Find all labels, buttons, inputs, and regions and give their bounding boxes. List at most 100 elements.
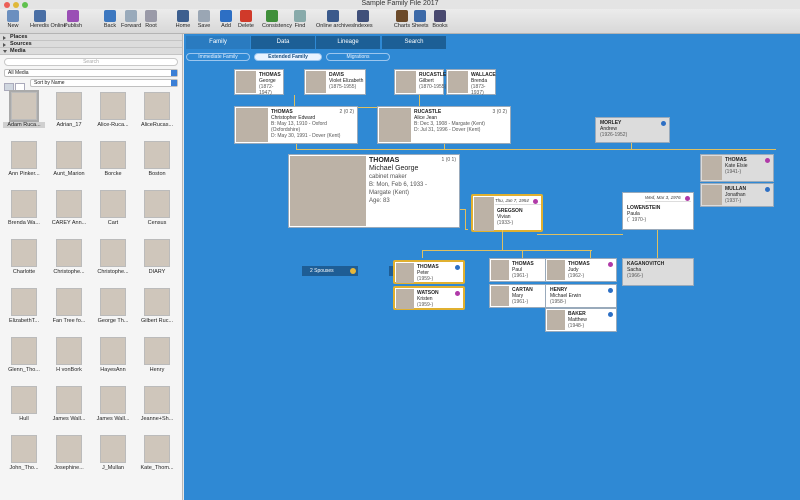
media-thumbnail[interactable]: H vonBork — [48, 337, 90, 373]
person-info: THOMAS Peter (1959-) — [417, 264, 439, 282]
grandparent-card[interactable]: WALLACE Brenda (1873-1937) — [446, 69, 496, 96]
media-thumbnail[interactable]: George Th... — [92, 288, 134, 324]
connector-line — [537, 234, 623, 235]
child-card-kaganovitch[interactable]: KAGANOVITCH Sacha (1966-) — [622, 258, 694, 286]
subtab-extended-family[interactable]: Extended Family — [254, 53, 322, 61]
toolbar-delete-button[interactable]: Delete — [236, 9, 256, 29]
media-thumbnail[interactable]: HayesAnn — [92, 337, 134, 373]
media-sort-select[interactable]: Sort by Name — [30, 79, 178, 87]
tab-lineage[interactable]: Lineage — [316, 36, 380, 49]
toolbar-sheets-button[interactable]: Sheets — [410, 9, 430, 29]
child-card[interactable]: THOMAS Judy (1962-) — [545, 258, 617, 282]
sibling-spouse-card[interactable]: MULLAN Jonathan (1937-) — [700, 183, 774, 207]
media-thumbnail[interactable]: Alice-Ruca... — [92, 92, 134, 128]
toolbar-books-button[interactable]: Books — [430, 9, 450, 29]
media-thumbnail[interactable]: Christophe... — [48, 239, 90, 275]
media-search-input[interactable]: Search — [4, 58, 178, 66]
media-thumbnail[interactable]: James Wall... — [92, 386, 134, 422]
main-person-card[interactable]: THOMAS Michael George cabinet maker B: Mon,… — [288, 154, 460, 228]
child-second-spouse-card[interactable]: BAKER Matthew (1948-) — [545, 308, 617, 332]
person-info: RUCASTLE Gilbert (1870-1955) — [419, 72, 446, 90]
media-image — [56, 337, 82, 365]
father-card[interactable]: THOMAS Christopher Edward B: May 13, 1910 … — [234, 106, 358, 144]
media-thumbnail[interactable]: James Wall... — [48, 386, 90, 422]
person-photo — [396, 263, 414, 283]
spouse-card-gregson[interactable]: GREGSON Vivian (1933-) Thu, Jan 7, 1954 — [471, 194, 543, 232]
toolbar-heredis-online-button[interactable]: Heredis Online — [30, 9, 66, 29]
media-thumbnail[interactable]: Aunt_Marion — [48, 141, 90, 177]
media-image — [9, 90, 39, 122]
media-thumbnail[interactable]: Fan Tree fo... — [48, 288, 90, 324]
toolbar-consistency-button[interactable]: Consistency — [262, 9, 292, 29]
toolbar-find-button[interactable]: Find — [290, 9, 310, 29]
media-image — [56, 92, 82, 120]
media-thumbnail[interactable]: Gilbert Ruc... — [136, 288, 178, 324]
toolbar-charts-button[interactable]: Charts — [392, 9, 412, 29]
toolbar-root-button[interactable]: Root — [141, 9, 161, 29]
media-thumbnail[interactable]: Jeanne+Sh... — [136, 386, 178, 422]
media-thumbnail[interactable]: Henry — [136, 337, 178, 373]
grandparent-card[interactable]: RUCASTLE Gilbert (1870-1955) — [394, 69, 446, 95]
connector-line — [631, 143, 632, 150]
person-photo — [702, 156, 722, 180]
grid-view-icon[interactable] — [4, 83, 14, 91]
child-card[interactable]: THOMAS Peter (1959-) — [393, 260, 465, 284]
media-thumbnail[interactable]: CAREY Ann... — [48, 190, 90, 226]
sibling-card[interactable]: THOMAS Kate Elsie (1941-) — [700, 154, 774, 182]
toolbar-save-button[interactable]: Save — [194, 9, 214, 29]
subtab-immediate-family[interactable]: Immediate Family — [186, 53, 250, 61]
mother-card[interactable]: RUCASTLE Alice Jean B: Dec 3, 1908 - Marga… — [377, 106, 511, 144]
section-media[interactable]: Media — [0, 48, 182, 55]
section-sources[interactable]: Sources — [0, 41, 182, 48]
media-thumbnail[interactable]: Adam Ruca... — [3, 90, 45, 128]
person-info: WATSON Kristen (1959-) — [417, 290, 439, 308]
tab-data[interactable]: Data — [251, 36, 315, 49]
media-thumbnail[interactable]: J_Mullan — [92, 435, 134, 471]
toolbar-label: Books — [432, 23, 448, 29]
toolbar-new-file-button[interactable]: New — [3, 9, 23, 29]
toolbar-indexes-button[interactable]: Indexes — [353, 9, 373, 29]
media-image — [144, 190, 170, 218]
toolbar-back-arrow-button[interactable]: Back — [100, 9, 120, 29]
chevron-down-icon — [171, 80, 177, 86]
media-thumbnail[interactable]: Hull — [3, 386, 45, 422]
list-view-icon[interactable] — [15, 83, 25, 91]
media-thumbnail[interactable]: Borcke — [92, 141, 134, 177]
media-thumbnail[interactable]: Ann Pinker... — [3, 141, 45, 177]
toolbar-forward-arrow-button[interactable]: Forward — [121, 9, 141, 29]
child-spouse-card[interactable]: WATSON Kristen (1959-) — [393, 286, 465, 310]
media-thumbnail[interactable]: John_Tho... — [3, 435, 45, 471]
person-surname: THOMAS — [369, 157, 400, 164]
toolbar-online-archives-button[interactable]: Online archives — [316, 9, 354, 29]
child-spouse-card[interactable]: HENRY Michael Erwin (1958-) — [545, 284, 617, 308]
toolbar-add-button[interactable]: Add — [216, 9, 236, 29]
spouses-button[interactable]: 2 Spouses — [302, 266, 358, 276]
tab-search[interactable]: Search — [382, 36, 446, 49]
media-thumbnail[interactable]: Adrian_17 — [48, 92, 90, 128]
media-thumbnail[interactable]: ElizabethT... — [3, 288, 45, 324]
media-thumbnail[interactable]: Census — [136, 190, 178, 226]
toolbar-label: Online archives — [316, 23, 354, 29]
morley-card[interactable]: MORLEY Andrew (1926-1952) — [595, 117, 670, 143]
media-thumbnail[interactable]: Kate_Thom... — [136, 435, 178, 471]
spouse-card-lowenstein[interactable]: LOWENSTEIN Paula (´ 1970-) Wed, Mar 3, 1976 — [622, 192, 694, 230]
subtab-migrations[interactable]: Migrations — [326, 53, 390, 61]
media-image — [11, 141, 37, 169]
media-thumbnail[interactable]: Josephine... — [48, 435, 90, 471]
toolbar-publish-button[interactable]: Publish — [63, 9, 83, 29]
toolbar-home-button[interactable]: Home — [173, 9, 193, 29]
media-thumbnail[interactable]: AliceRucas... — [136, 92, 178, 128]
media-filter-select[interactable]: All Media — [4, 69, 178, 77]
tab-family[interactable]: Family — [186, 36, 250, 49]
media-thumbnail[interactable]: Charlotte — [3, 239, 45, 275]
grandparent-card[interactable]: THOMAS George (1872-1947) — [234, 69, 284, 96]
media-grid: Adam Ruca... Adrian_17 Alice-Ruca... AliceR… — [0, 90, 183, 500]
media-thumbnail[interactable]: Brenda Wa... — [3, 190, 45, 226]
section-places[interactable]: Places — [0, 34, 182, 41]
media-thumbnail[interactable]: DIARY — [136, 239, 178, 275]
grandparent-card[interactable]: DAVIS Violet Elizabeth (1875-1955) — [304, 69, 366, 95]
media-thumbnail[interactable]: Cart — [92, 190, 134, 226]
media-thumbnail[interactable]: Christophe... — [92, 239, 134, 275]
media-thumbnail[interactable]: Boston — [136, 141, 178, 177]
media-thumbnail[interactable]: Glenn_Tho... — [3, 337, 45, 373]
